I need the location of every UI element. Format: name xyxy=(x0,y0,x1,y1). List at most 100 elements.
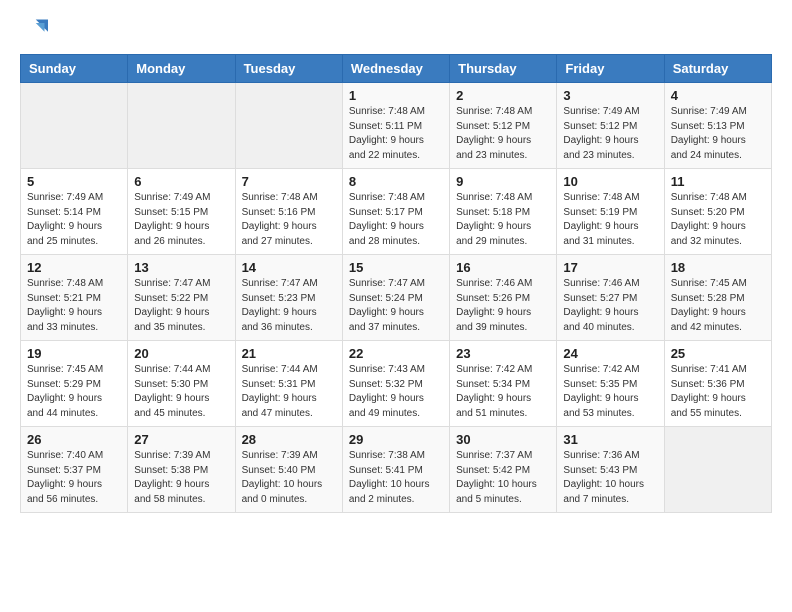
calendar-day-cell: 19 Sunrise: 7:45 AM Sunset: 5:29 PM Dayli… xyxy=(21,341,128,427)
calendar-week-row: 19 Sunrise: 7:45 AM Sunset: 5:29 PM Dayli… xyxy=(21,341,772,427)
weekday-header-row: SundayMondayTuesdayWednesdayThursdayFrid… xyxy=(21,55,772,83)
day-info: Sunrise: 7:45 AM Sunset: 5:28 PM Dayligh… xyxy=(671,277,765,335)
header xyxy=(20,16,772,44)
day-number: 5 xyxy=(27,174,121,189)
calendar-week-row: 1 Sunrise: 7:48 AM Sunset: 5:11 PM Daylig… xyxy=(21,83,772,169)
day-number: 7 xyxy=(242,174,336,189)
weekday-header-cell: Saturday xyxy=(664,55,771,83)
calendar-day-cell: 25 Sunrise: 7:41 AM Sunset: 5:36 PM Dayli… xyxy=(664,341,771,427)
day-number: 14 xyxy=(242,260,336,275)
calendar-day-cell: 29 Sunrise: 7:38 AM Sunset: 5:41 PM Dayli… xyxy=(342,427,449,513)
day-number: 6 xyxy=(134,174,228,189)
calendar-day-cell: 2 Sunrise: 7:48 AM Sunset: 5:12 PM Daylig… xyxy=(450,83,557,169)
calendar-day-cell xyxy=(128,83,235,169)
day-number: 25 xyxy=(671,346,765,361)
weekday-header-cell: Monday xyxy=(128,55,235,83)
day-number: 24 xyxy=(563,346,657,361)
day-number: 17 xyxy=(563,260,657,275)
day-info: Sunrise: 7:45 AM Sunset: 5:29 PM Dayligh… xyxy=(27,363,121,421)
day-number: 23 xyxy=(456,346,550,361)
calendar-day-cell: 1 Sunrise: 7:48 AM Sunset: 5:11 PM Daylig… xyxy=(342,83,449,169)
calendar-day-cell: 4 Sunrise: 7:49 AM Sunset: 5:13 PM Daylig… xyxy=(664,83,771,169)
day-info: Sunrise: 7:48 AM Sunset: 5:21 PM Dayligh… xyxy=(27,277,121,335)
day-info: Sunrise: 7:48 AM Sunset: 5:17 PM Dayligh… xyxy=(349,191,443,249)
day-number: 28 xyxy=(242,432,336,447)
day-info: Sunrise: 7:40 AM Sunset: 5:37 PM Dayligh… xyxy=(27,449,121,507)
calendar-day-cell: 26 Sunrise: 7:40 AM Sunset: 5:37 PM Dayli… xyxy=(21,427,128,513)
day-number: 26 xyxy=(27,432,121,447)
day-info: Sunrise: 7:42 AM Sunset: 5:34 PM Dayligh… xyxy=(456,363,550,421)
calendar-day-cell: 23 Sunrise: 7:42 AM Sunset: 5:34 PM Dayli… xyxy=(450,341,557,427)
calendar-day-cell: 31 Sunrise: 7:36 AM Sunset: 5:43 PM Dayli… xyxy=(557,427,664,513)
weekday-header-cell: Tuesday xyxy=(235,55,342,83)
calendar-table: SundayMondayTuesdayWednesdayThursdayFrid… xyxy=(20,54,772,513)
day-number: 3 xyxy=(563,88,657,103)
calendar-day-cell: 20 Sunrise: 7:44 AM Sunset: 5:30 PM Dayli… xyxy=(128,341,235,427)
calendar-day-cell: 7 Sunrise: 7:48 AM Sunset: 5:16 PM Daylig… xyxy=(235,169,342,255)
day-info: Sunrise: 7:48 AM Sunset: 5:20 PM Dayligh… xyxy=(671,191,765,249)
day-info: Sunrise: 7:41 AM Sunset: 5:36 PM Dayligh… xyxy=(671,363,765,421)
day-number: 27 xyxy=(134,432,228,447)
calendar-day-cell: 15 Sunrise: 7:47 AM Sunset: 5:24 PM Dayli… xyxy=(342,255,449,341)
calendar-day-cell: 8Sunrise: 7:48 AM Sunset: 5:17 PM Daylig… xyxy=(342,169,449,255)
day-info: Sunrise: 7:47 AM Sunset: 5:24 PM Dayligh… xyxy=(349,277,443,335)
day-info: Sunrise: 7:42 AM Sunset: 5:35 PM Dayligh… xyxy=(563,363,657,421)
day-info: Sunrise: 7:44 AM Sunset: 5:30 PM Dayligh… xyxy=(134,363,228,421)
calendar-day-cell: 3Sunrise: 7:49 AM Sunset: 5:12 PM Daylig… xyxy=(557,83,664,169)
day-number: 13 xyxy=(134,260,228,275)
day-number: 1 xyxy=(349,88,443,103)
day-info: Sunrise: 7:44 AM Sunset: 5:31 PM Dayligh… xyxy=(242,363,336,421)
day-number: 16 xyxy=(456,260,550,275)
day-info: Sunrise: 7:47 AM Sunset: 5:23 PM Dayligh… xyxy=(242,277,336,335)
day-number: 4 xyxy=(671,88,765,103)
day-info: Sunrise: 7:48 AM Sunset: 5:11 PM Dayligh… xyxy=(349,105,443,163)
day-number: 18 xyxy=(671,260,765,275)
day-info: Sunrise: 7:48 AM Sunset: 5:12 PM Dayligh… xyxy=(456,105,550,163)
day-number: 22 xyxy=(349,346,443,361)
day-info: Sunrise: 7:38 AM Sunset: 5:41 PM Dayligh… xyxy=(349,449,443,507)
day-number: 20 xyxy=(134,346,228,361)
day-info: Sunrise: 7:49 AM Sunset: 5:15 PM Dayligh… xyxy=(134,191,228,249)
calendar-day-cell: 11 Sunrise: 7:48 AM Sunset: 5:20 PM Dayli… xyxy=(664,169,771,255)
day-number: 11 xyxy=(671,174,765,189)
day-info: Sunrise: 7:48 AM Sunset: 5:18 PM Dayligh… xyxy=(456,191,550,249)
day-number: 2 xyxy=(456,88,550,103)
calendar-day-cell: 13 Sunrise: 7:47 AM Sunset: 5:22 PM Dayli… xyxy=(128,255,235,341)
calendar-day-cell: 14 Sunrise: 7:47 AM Sunset: 5:23 PM Dayli… xyxy=(235,255,342,341)
day-number: 19 xyxy=(27,346,121,361)
calendar-day-cell: 30 Sunrise: 7:37 AM Sunset: 5:42 PM Dayli… xyxy=(450,427,557,513)
day-info: Sunrise: 7:36 AM Sunset: 5:43 PM Dayligh… xyxy=(563,449,657,507)
day-number: 29 xyxy=(349,432,443,447)
calendar-day-cell: 12 Sunrise: 7:48 AM Sunset: 5:21 PM Dayli… xyxy=(21,255,128,341)
calendar-day-cell xyxy=(21,83,128,169)
day-number: 30 xyxy=(456,432,550,447)
calendar-day-cell: 5 Sunrise: 7:49 AM Sunset: 5:14 PM Daylig… xyxy=(21,169,128,255)
day-info: Sunrise: 7:49 AM Sunset: 5:13 PM Dayligh… xyxy=(671,105,765,163)
logo xyxy=(20,16,52,44)
calendar-day-cell xyxy=(235,83,342,169)
day-number: 31 xyxy=(563,432,657,447)
day-info: Sunrise: 7:39 AM Sunset: 5:40 PM Dayligh… xyxy=(242,449,336,507)
calendar-day-cell: 28 Sunrise: 7:39 AM Sunset: 5:40 PM Dayli… xyxy=(235,427,342,513)
day-number: 15 xyxy=(349,260,443,275)
calendar-day-cell: 16 Sunrise: 7:46 AM Sunset: 5:26 PM Dayli… xyxy=(450,255,557,341)
day-info: Sunrise: 7:37 AM Sunset: 5:42 PM Dayligh… xyxy=(456,449,550,507)
calendar-week-row: 5 Sunrise: 7:49 AM Sunset: 5:14 PM Daylig… xyxy=(21,169,772,255)
weekday-header-cell: Friday xyxy=(557,55,664,83)
calendar-day-cell: 9 Sunrise: 7:48 AM Sunset: 5:18 PM Daylig… xyxy=(450,169,557,255)
day-info: Sunrise: 7:46 AM Sunset: 5:26 PM Dayligh… xyxy=(456,277,550,335)
calendar-day-cell xyxy=(664,427,771,513)
day-info: Sunrise: 7:49 AM Sunset: 5:14 PM Dayligh… xyxy=(27,191,121,249)
day-info: Sunrise: 7:48 AM Sunset: 5:16 PM Dayligh… xyxy=(242,191,336,249)
day-info: Sunrise: 7:47 AM Sunset: 5:22 PM Dayligh… xyxy=(134,277,228,335)
calendar-body: 1 Sunrise: 7:48 AM Sunset: 5:11 PM Daylig… xyxy=(21,83,772,513)
day-number: 12 xyxy=(27,260,121,275)
day-info: Sunrise: 7:43 AM Sunset: 5:32 PM Dayligh… xyxy=(349,363,443,421)
calendar-day-cell: 10Sunrise: 7:48 AM Sunset: 5:19 PM Dayli… xyxy=(557,169,664,255)
calendar-day-cell: 27Sunrise: 7:39 AM Sunset: 5:38 PM Dayli… xyxy=(128,427,235,513)
calendar-day-cell: 6 Sunrise: 7:49 AM Sunset: 5:15 PM Daylig… xyxy=(128,169,235,255)
weekday-header-cell: Thursday xyxy=(450,55,557,83)
day-info: Sunrise: 7:48 AM Sunset: 5:19 PM Dayligh… xyxy=(563,191,657,249)
calendar-week-row: 26 Sunrise: 7:40 AM Sunset: 5:37 PM Dayli… xyxy=(21,427,772,513)
day-number: 9 xyxy=(456,174,550,189)
